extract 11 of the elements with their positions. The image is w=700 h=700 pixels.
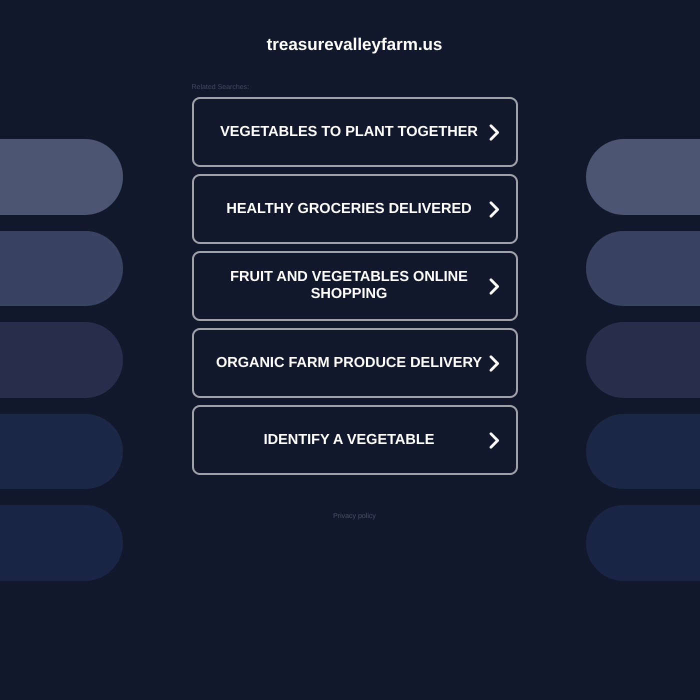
chevron-right-icon xyxy=(488,354,500,372)
site-title: treasurevalleyfarm.us xyxy=(266,35,442,55)
related-search-link[interactable]: VEGETABLES TO PLANT TOGETHER xyxy=(192,97,518,167)
chevron-right-icon xyxy=(488,200,500,218)
chevron-right-icon xyxy=(488,124,500,140)
related-search-link[interactable]: FRUIT AND VEGETABLES ONLINE SHOPPING xyxy=(192,251,518,321)
related-search-link[interactable]: IDENTIFY A VEGETABLE xyxy=(192,405,518,475)
chevron-right-icon xyxy=(488,278,500,294)
related-search-link[interactable]: HEALTHY GROCERIES DELIVERED xyxy=(192,174,518,244)
related-search-link[interactable]: ORGANIC FARM PRODUCE DELIVERY xyxy=(192,328,518,398)
chevron-right-icon xyxy=(488,432,500,448)
